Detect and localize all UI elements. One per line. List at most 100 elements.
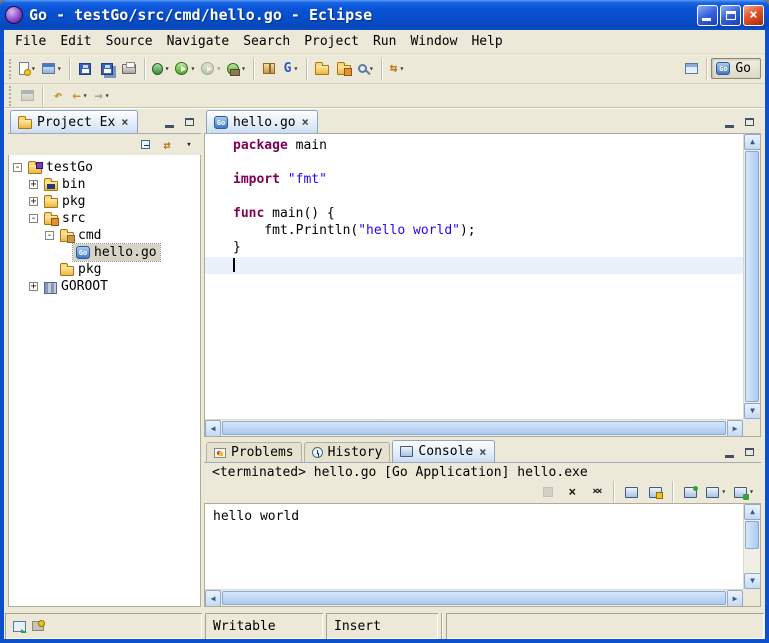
print-button[interactable] — [118, 57, 140, 81]
tree-item-hello-go[interactable]: Gohello.go — [9, 244, 200, 261]
expander-icon[interactable]: + — [29, 282, 38, 291]
pin-editor-button[interactable] — [16, 84, 38, 108]
scroll-down-button[interactable]: ▼ — [744, 573, 761, 589]
new-go-element-button[interactable]: G▾ — [280, 57, 302, 81]
scroll-lock-button[interactable] — [644, 480, 666, 504]
remove-all-launches-button[interactable]: ×× — [585, 480, 607, 504]
expander-icon[interactable]: - — [45, 231, 54, 240]
tree-item-testGo[interactable]: - testGo — [9, 159, 200, 176]
scroll-right-button[interactable]: ▶ — [727, 590, 743, 607]
workbench: File Edit Source Navigate Search Project… — [4, 30, 765, 639]
close-button[interactable]: × — [743, 5, 764, 26]
tree-item-pkg[interactable]: + pkg — [9, 193, 200, 210]
debug-button[interactable]: ▾ — [149, 57, 173, 81]
new-wizard-button[interactable]: ▾ — [16, 57, 39, 81]
maximize-console-button[interactable] — [741, 444, 758, 460]
minimize-view-button[interactable] — [161, 114, 178, 130]
tree-item-pkg-src[interactable]: pkg — [9, 261, 200, 278]
console-horizontal-scrollbar[interactable]: ◀ ▶ — [205, 589, 743, 606]
key-icon[interactable] — [32, 621, 44, 631]
tree-item-bin[interactable]: + bin — [9, 176, 200, 193]
menu-search[interactable]: Search — [236, 31, 297, 52]
maximize-button[interactable] — [720, 5, 741, 26]
console-output[interactable]: hello world — [205, 504, 743, 589]
open-perspective-icon — [685, 63, 698, 74]
scroll-lock-icon — [649, 487, 662, 498]
menu-source[interactable]: Source — [99, 31, 160, 52]
expander-icon[interactable]: + — [29, 180, 38, 189]
minimize-button[interactable] — [697, 5, 718, 26]
profile-button[interactable]: ▾ — [198, 57, 224, 81]
code-area[interactable]: package main import "fmt" func main() { … — [205, 134, 743, 419]
project-explorer-tab[interactable]: Project Ex × — [10, 110, 138, 133]
maximize-editor-button[interactable] — [741, 114, 758, 130]
scroll-up-button[interactable]: ▲ — [744, 134, 761, 150]
tab-console[interactable]: Console × — [392, 440, 495, 462]
go-perspective-button[interactable]: Go Go — [711, 58, 761, 79]
toolbar-grip[interactable] — [9, 86, 12, 106]
open-perspective-button[interactable] — [680, 57, 702, 81]
tab-problems[interactable]: Problems — [206, 442, 302, 462]
fast-view-button[interactable] — [13, 621, 26, 632]
minimize-console-button[interactable] — [721, 444, 738, 460]
editor-tab-hello-go[interactable]: Go hello.go × — [206, 110, 318, 133]
save-all-button[interactable] — [96, 57, 118, 81]
scrollbar-thumb[interactable] — [745, 151, 759, 402]
clear-console-button[interactable] — [620, 480, 642, 504]
open-console-button[interactable]: ▾ — [731, 480, 757, 504]
scroll-left-button[interactable]: ◀ — [205, 590, 221, 607]
tree-item-cmd[interactable]: - cmd — [9, 227, 200, 244]
editor-horizontal-scrollbar[interactable]: ◀ ▶ — [205, 419, 743, 436]
external-tools-button[interactable]: ▾ — [224, 57, 249, 81]
editor-vertical-scrollbar[interactable]: ▲ ▼ — [743, 134, 760, 419]
tree-item-src[interactable]: - src — [9, 210, 200, 227]
menu-edit[interactable]: Edit — [53, 31, 98, 52]
open-type-button[interactable] — [333, 57, 355, 81]
close-view-icon[interactable]: × — [120, 116, 129, 128]
close-editor-icon[interactable]: × — [301, 116, 310, 128]
search-button[interactable]: ▾ — [355, 57, 377, 81]
toolbar-grip[interactable] — [9, 59, 12, 79]
view-menu-button[interactable]: ▾ — [180, 136, 198, 153]
console-vertical-scrollbar[interactable]: ▲ ▼ — [743, 504, 760, 589]
save-button[interactable] — [74, 57, 96, 81]
scrollbar-thumb[interactable] — [222, 591, 726, 605]
pin-console-button[interactable] — [679, 480, 701, 504]
toolbar-separator — [706, 58, 707, 80]
new-go-package-button[interactable] — [258, 57, 280, 81]
team-sync-button[interactable]: ⇆▾ — [386, 57, 408, 81]
menu-run[interactable]: Run — [366, 31, 403, 52]
scroll-up-button[interactable]: ▲ — [744, 504, 761, 520]
menu-navigate[interactable]: Navigate — [160, 31, 237, 52]
remove-launch-button[interactable]: × — [561, 480, 583, 504]
minimize-editor-button[interactable] — [721, 114, 738, 130]
scroll-right-button[interactable]: ▶ — [727, 420, 743, 437]
collapse-all-button[interactable] — [136, 136, 154, 153]
project-tree[interactable]: - testGo + bin + pkg - src - cmd — [8, 155, 201, 607]
last-edit-location-button[interactable]: ↶ — [47, 84, 69, 108]
new-project-button[interactable]: ▾ — [39, 57, 65, 81]
link-with-editor-button[interactable]: ⇄ — [158, 136, 176, 153]
forward-button[interactable]: →▾ — [91, 84, 113, 108]
menu-file[interactable]: File — [8, 31, 53, 52]
terminate-button[interactable] — [537, 480, 559, 504]
scroll-down-button[interactable]: ▼ — [744, 403, 761, 419]
tree-item-goroot[interactable]: + GOROOT — [9, 278, 200, 295]
expander-icon[interactable]: + — [29, 197, 38, 206]
tab-history[interactable]: History — [304, 442, 391, 462]
scroll-left-button[interactable]: ◀ — [205, 420, 221, 437]
open-resource-button[interactable] — [311, 57, 333, 81]
close-console-icon[interactable]: × — [478, 446, 487, 458]
scrollbar-thumb[interactable] — [222, 421, 726, 435]
back-button[interactable]: ←▾ — [69, 84, 91, 108]
expander-icon[interactable]: - — [29, 214, 38, 223]
run-button[interactable]: ▾ — [172, 57, 198, 81]
expander-icon[interactable]: - — [13, 163, 22, 172]
save-icon — [79, 63, 91, 75]
menu-project[interactable]: Project — [297, 31, 366, 52]
menu-help[interactable]: Help — [464, 31, 509, 52]
display-selected-console-button[interactable]: ▾ — [703, 480, 729, 504]
maximize-view-button[interactable] — [181, 114, 198, 130]
scrollbar-thumb[interactable] — [745, 521, 759, 549]
menu-window[interactable]: Window — [403, 31, 464, 52]
